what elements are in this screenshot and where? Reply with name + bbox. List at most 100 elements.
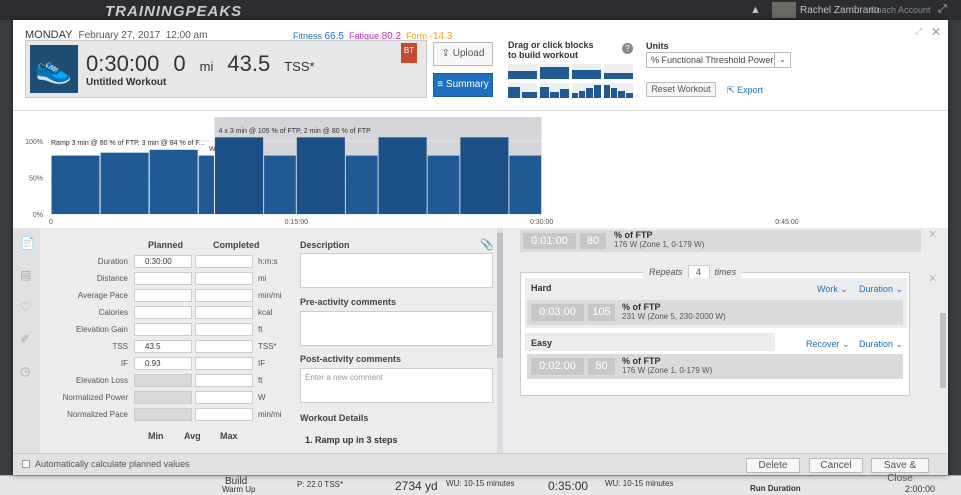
run-shoe-icon[interactable]: 👟 <box>30 45 78 93</box>
coach-account-link[interactable]: Coach Account <box>870 5 931 15</box>
completed-field[interactable] <box>195 357 253 370</box>
units-select[interactable]: % Functional Threshold Power ⌄ <box>646 52 791 68</box>
form-row-unit: ft <box>258 376 263 385</box>
block-ramp-up[interactable] <box>572 83 601 98</box>
workout-name[interactable]: Untitled Workout <box>86 77 166 88</box>
bell-icon[interactable]: ▲ <box>750 4 761 16</box>
summary-button[interactable]: ≡ Summary <box>433 73 493 97</box>
side-tabs: 📄 ▤ ♡ ✐ ◷ <box>13 228 40 453</box>
form-row-label: TSS <box>112 342 128 351</box>
hard-duration[interactable]: 0:03:00 <box>531 304 584 321</box>
easy-value[interactable]: 80 <box>588 358 615 375</box>
completed-field[interactable] <box>195 408 253 421</box>
hard-step-body: 0:03:00 105 % of FTP 231 W (Zone 5, 230-2… <box>527 300 903 325</box>
cancel-button[interactable]: Cancel <box>809 458 863 473</box>
user-name[interactable]: Rachel Zambrano <box>800 5 879 16</box>
easy-step-name[interactable]: Easy <box>531 338 552 348</box>
pre-activity-comments-label: Pre-activity comments <box>300 297 397 307</box>
workout-form: Planned Completed Duration 0:30:00 h:m:s… <box>40 228 496 453</box>
planned-field[interactable] <box>134 323 192 336</box>
hard-step[interactable]: Hard Work ⌄ Duration ⌄ 0:03:00 105 % of … <box>525 278 907 328</box>
chevron-down-icon: ⌄ <box>895 339 904 349</box>
block-steady[interactable] <box>540 64 569 79</box>
help-icon[interactable]: ? <box>622 43 633 54</box>
export-button[interactable]: ⇱ Export <box>727 85 763 96</box>
close-icon[interactable]: ✕ <box>931 25 941 39</box>
planned-field[interactable]: 43.5 <box>134 340 192 353</box>
planned-field[interactable]: 0:30:00 <box>134 255 192 268</box>
heart-icon[interactable]: ♡ <box>20 300 31 314</box>
completed-field[interactable] <box>195 391 253 404</box>
close-icon[interactable]: ✕ <box>928 228 937 241</box>
builder-scrollbar[interactable] <box>940 313 946 388</box>
workout-detail-area: 📄 ▤ ♡ ✐ ◷ Planned Completed Duration 0:3… <box>13 228 948 484</box>
completed-field[interactable] <box>195 374 253 387</box>
feather-icon[interactable]: ✐ <box>20 332 30 346</box>
block-ramp-down[interactable] <box>604 83 633 98</box>
hard-value[interactable]: 105 <box>588 304 615 321</box>
completed-field[interactable] <box>195 272 253 285</box>
planned-field[interactable] <box>134 306 192 319</box>
post-activity-comment-input[interactable]: Enter a new comment <box>300 368 493 403</box>
planned-field[interactable] <box>134 408 192 421</box>
easy-step[interactable]: Easy Recover ⌄ Duration ⌄ 0:02:00 80 % o… <box>525 333 907 383</box>
close-icon[interactable]: ✕ <box>928 272 937 285</box>
auto-calculate-label[interactable]: Automatically calculate planned values <box>35 459 190 469</box>
block-repeat-3[interactable] <box>540 83 569 98</box>
step-value[interactable]: 80 <box>580 233 606 249</box>
avatar[interactable] <box>772 2 796 18</box>
workout-chart-svg[interactable]: 100% 50% 0% 0 0:15:00 0:30:00 0:45:00 Ramp 3 mi… <box>13 111 948 229</box>
hard-duration-dropdown[interactable]: Duration ⌄ <box>859 284 903 295</box>
segment-label: 4 x 3 min @ 105 % of FTP, 2 min @ 80 % o… <box>219 128 372 135</box>
calendar-background: Build Warm Up P: 22.0 TSS* 2734 yd WU: 1… <box>0 475 961 495</box>
block-warmup[interactable] <box>508 64 537 79</box>
description-label: Description <box>300 240 350 250</box>
completed-field[interactable] <box>195 323 253 336</box>
planned-field[interactable] <box>134 289 192 302</box>
block-cooldown[interactable] <box>604 64 633 79</box>
collapse-icon[interactable]: ⤢ <box>915 26 922 37</box>
description-field[interactable] <box>300 253 493 288</box>
upload-button[interactable]: ⇪ Upload <box>433 42 493 66</box>
workout-block-bar <box>149 149 198 214</box>
hard-type-dropdown[interactable]: Work ⌄ <box>817 284 848 295</box>
step-target: % of FTP 176 W (Zone 1, 0-179 W) <box>614 231 705 250</box>
easy-duration-dropdown[interactable]: Duration ⌄ <box>859 339 903 350</box>
planned-field[interactable]: 0.93 <box>134 357 192 370</box>
pre-activity-comments-field[interactable] <box>300 311 493 346</box>
workout-summary-panel: MONDAY February 27, 2017 12:00 am Fitness… <box>13 20 948 228</box>
planned-field[interactable] <box>134 374 192 387</box>
easy-duration-label: Duration <box>859 339 894 349</box>
easy-zone: 176 W (Zone 1, 0-179 W) <box>622 366 713 375</box>
paperclip-icon[interactable]: 📎 <box>480 238 494 251</box>
expand-icon[interactable]: ⤢ <box>938 3 947 16</box>
block-repeat-2[interactable] <box>508 83 537 98</box>
workout-block-bar <box>345 155 378 214</box>
top-step[interactable]: 0:01:00 80 % of FTP 176 W (Zone 1, 0-179 … <box>520 230 921 252</box>
document-icon[interactable]: 📄 <box>20 236 35 250</box>
chart-icon[interactable]: ▤ <box>20 268 31 282</box>
completed-field[interactable] <box>195 255 253 268</box>
auto-calculate-checkbox[interactable] <box>22 460 30 468</box>
form-row-unit: mi <box>258 274 267 283</box>
x-tick-label: 0 <box>49 219 53 226</box>
completed-field[interactable] <box>195 289 253 302</box>
chevron-down-icon: ⌄ <box>895 284 904 294</box>
clock-icon[interactable]: ◷ <box>20 364 30 378</box>
delete-button[interactable]: Delete <box>746 458 800 473</box>
hard-step-name[interactable]: Hard <box>531 283 552 293</box>
step-duration[interactable]: 0:01:00 <box>523 233 576 249</box>
repeats-input[interactable]: 4 <box>687 265 710 279</box>
block-interval[interactable] <box>572 64 601 79</box>
easy-duration[interactable]: 0:02:00 <box>531 358 584 375</box>
step-zone: 176 W (Zone 1, 0-179 W) <box>614 240 705 249</box>
planned-field[interactable] <box>134 272 192 285</box>
easy-type-dropdown[interactable]: Recover ⌄ <box>806 339 850 350</box>
planned-field[interactable] <box>134 391 192 404</box>
reset-workout-button[interactable]: Reset Workout <box>646 82 716 97</box>
completed-field[interactable] <box>195 306 253 319</box>
y-tick-label: 100% <box>25 139 43 146</box>
save-close-button[interactable]: Save & Close <box>871 458 929 484</box>
completed-field[interactable] <box>195 340 253 353</box>
form-row-unit: min/mi <box>258 410 282 419</box>
